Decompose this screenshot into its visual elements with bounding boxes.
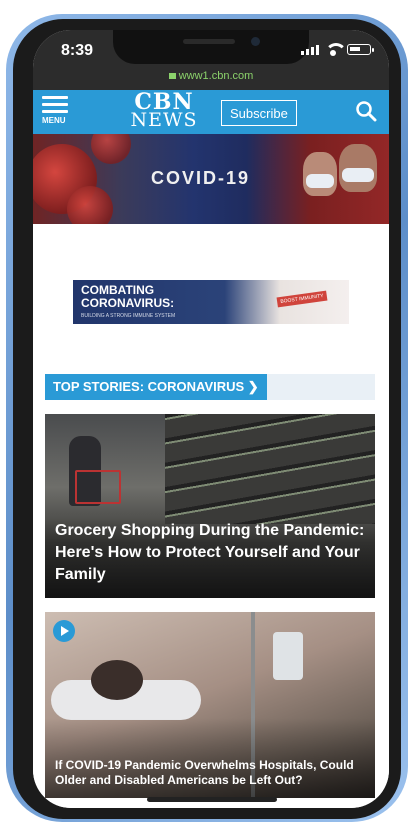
virus-graphic	[67, 186, 113, 224]
hamburger-icon	[42, 96, 68, 99]
url-text: www1.cbn.com	[178, 70, 254, 82]
hamburger-icon-bar	[42, 110, 68, 113]
subscribe-button[interactable]: Subscribe	[221, 100, 297, 126]
story-card[interactable]: Grocery Shopping During the Pandemic: He…	[45, 414, 375, 598]
story-card[interactable]: If COVID-19 Pandemic Overwhelms Hospital…	[45, 612, 375, 798]
ad-subline: BUILDING A STRONG IMMUNE SYSTEM	[81, 313, 176, 319]
covid-hero-banner[interactable]: COVID-19	[33, 134, 389, 224]
speaker	[183, 39, 235, 44]
system-icons	[301, 43, 374, 56]
ad-headline-1: COMBATING	[81, 283, 155, 297]
home-indicator[interactable]	[147, 797, 277, 802]
story-image-iv-pump	[273, 632, 303, 680]
notch	[113, 30, 309, 64]
section-header: TOP STORIES: CORONAVIRUS ❯	[45, 374, 375, 400]
status-time: 8:39	[61, 42, 94, 59]
menu-button[interactable]: MENU	[42, 96, 72, 130]
menu-label: MENU	[42, 116, 66, 125]
search-icon[interactable]	[355, 100, 377, 122]
story-title[interactable]: Grocery Shopping During the Pandemic: He…	[55, 520, 365, 586]
address-bar[interactable]: www1.cbn.com	[33, 70, 389, 82]
front-camera	[251, 37, 260, 46]
main-content: COMBATING CORONAVIRUS: BUILDING A STRONG…	[33, 224, 389, 808]
cbn-news-logo[interactable]: CBN NEWS	[121, 91, 207, 131]
ad-headline-2: CORONAVIRUS:	[81, 296, 175, 310]
face-mask	[342, 168, 374, 182]
battery-icon	[347, 43, 374, 55]
story-image-patient	[91, 660, 143, 700]
logo-news: NEWS	[130, 109, 198, 131]
wifi-icon	[325, 43, 347, 56]
story-title[interactable]: If COVID-19 Pandemic Overwhelms Hospital…	[55, 758, 365, 788]
site-header: MENU CBN NEWS Subscribe	[33, 90, 389, 134]
story-image	[165, 414, 375, 524]
hamburger-icon-bar	[42, 103, 68, 106]
lock-icon	[168, 73, 176, 79]
signal-icon	[301, 43, 319, 55]
coronavirus-ad-banner[interactable]: COMBATING CORONAVIRUS: BUILDING A STRONG…	[73, 280, 349, 324]
hero-title: COVID-19	[151, 168, 251, 188]
virus-graphic	[91, 134, 131, 164]
phone-screen: 8:39 www1.cbn.com MENU CBN NEWS Subscrib…	[33, 30, 389, 808]
face-mask	[306, 174, 334, 188]
story-image-cart	[75, 470, 121, 504]
ad-ribbon: BOOST IMMUNITY	[276, 290, 328, 308]
play-icon[interactable]	[53, 620, 75, 642]
top-stories-link[interactable]: TOP STORIES: CORONAVIRUS ❯	[45, 374, 267, 400]
